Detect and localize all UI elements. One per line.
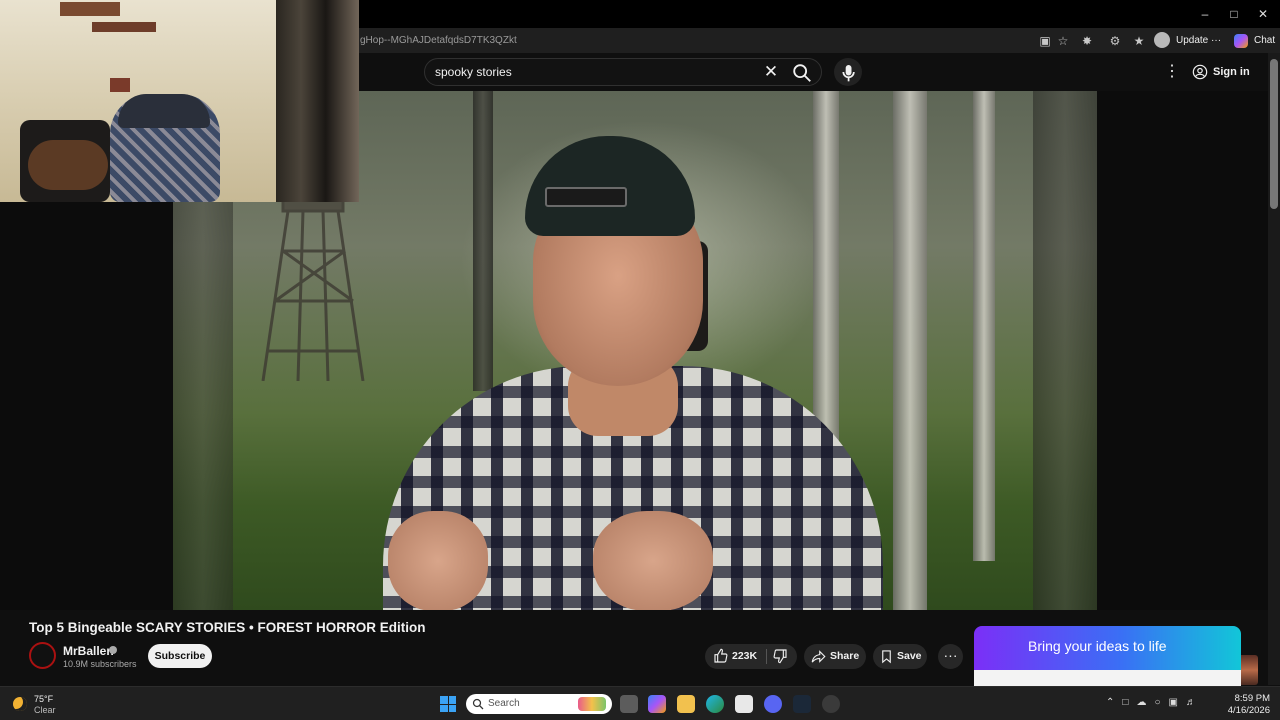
taskbar-search[interactable]: Search xyxy=(466,694,612,714)
chat-button[interactable]: Chat xyxy=(1232,31,1275,51)
cap-strap xyxy=(545,187,627,207)
page-scrollbar[interactable] xyxy=(1268,53,1280,685)
birch-tree xyxy=(893,91,927,610)
file-explorer-icon[interactable] xyxy=(677,695,695,713)
birch-tree xyxy=(973,91,995,561)
favorites-icon[interactable]: ★ xyxy=(1130,32,1148,50)
webcam-overlay xyxy=(0,0,359,202)
clock-date[interactable]: 4/16/2026 xyxy=(1224,705,1270,716)
forest-tree xyxy=(473,91,493,391)
webcam-hat xyxy=(118,94,210,128)
search-input[interactable]: spooky stories xyxy=(435,59,512,85)
maximize-button[interactable]: □ xyxy=(1219,4,1249,24)
search-icon[interactable] xyxy=(791,62,813,84)
webcam-door xyxy=(276,0,359,202)
save-button[interactable]: Save xyxy=(873,644,927,669)
copilot-taskbar-icon[interactable] xyxy=(648,695,666,713)
windows-taskbar: 75°F Clear Search ⌃ □ ☁ ○ ▣ ♬ 8:59 PM 4/… xyxy=(0,686,1280,720)
share-button[interactable]: Share xyxy=(804,644,866,669)
address-bar[interactable]: gHop--MGhAJDetafqdsD7TK3QZkt xyxy=(360,32,1020,49)
search-box[interactable]: spooky stories ✕ xyxy=(424,58,822,86)
dislike-icon[interactable] xyxy=(772,648,788,664)
like-icon[interactable] xyxy=(713,648,729,664)
ad-text: Bring your ideas to life xyxy=(1028,638,1167,654)
webcam-picture-frame xyxy=(110,78,130,92)
tray-overflow-icon[interactable]: ⌃ xyxy=(1106,697,1114,711)
like-separator xyxy=(766,649,767,664)
task-view-icon[interactable] xyxy=(620,695,638,713)
video-title: Top 5 Bingeable SCARY STORIES • FOREST H… xyxy=(29,620,426,635)
subscriber-count: 10.9M subscribers xyxy=(63,659,137,669)
clock-time[interactable]: 8:59 PM xyxy=(1234,693,1270,704)
system-tray[interactable]: ⌃ □ ☁ ○ ▣ ♬ xyxy=(1106,697,1196,711)
discord-icon[interactable] xyxy=(764,695,782,713)
app-available-icon[interactable]: ▣ xyxy=(1036,32,1054,50)
webcam-shelf xyxy=(92,22,156,32)
weather-temperature[interactable]: 75°F xyxy=(34,694,53,704)
profile-avatar[interactable] xyxy=(1154,32,1170,48)
volume-icon[interactable]: ♬ xyxy=(1186,697,1196,711)
search-highlight-icon xyxy=(578,697,606,711)
microsoft-store-icon[interactable] xyxy=(735,695,753,713)
share-icon xyxy=(811,650,826,663)
voice-search-button[interactable] xyxy=(834,58,862,86)
extensions-icon[interactable]: ✸ xyxy=(1078,32,1096,50)
tray-app-icon[interactable]: □ xyxy=(1122,697,1128,711)
ad-card-body xyxy=(974,670,1241,686)
edge-browser-icon[interactable] xyxy=(706,695,724,713)
close-window-button[interactable]: ✕ xyxy=(1248,4,1278,24)
account-icon xyxy=(1192,64,1208,80)
update-label: Update xyxy=(1176,35,1209,46)
browser-essentials-icon[interactable]: ⚙ xyxy=(1106,32,1124,50)
tray-mic-icon[interactable]: ○ xyxy=(1154,697,1160,711)
like-count[interactable]: 223K xyxy=(732,644,757,669)
kebab-icon[interactable]: ⋮ xyxy=(1164,62,1180,82)
like-dislike-pill: 223K xyxy=(705,644,797,669)
webcam-dog xyxy=(28,140,108,190)
taskbar-search-placeholder: Search xyxy=(488,698,520,709)
taskbar-search-icon xyxy=(472,698,484,710)
subscribe-button[interactable]: Subscribe xyxy=(148,644,212,668)
signin-button[interactable]: Sign in xyxy=(1192,62,1250,82)
forest-tree xyxy=(1033,91,1097,610)
presenter-hand xyxy=(388,511,488,610)
minimize-button[interactable]: – xyxy=(1190,4,1220,24)
verified-badge-icon xyxy=(109,646,117,654)
share-label: Share xyxy=(830,650,860,662)
ad-banner[interactable]: Bring your ideas to life xyxy=(974,626,1241,686)
more-menu-icon[interactable]: ··· xyxy=(1211,35,1221,46)
more-actions-button[interactable]: ··· xyxy=(938,644,963,669)
favorite-star-icon[interactable]: ☆ xyxy=(1054,32,1072,50)
network-icon[interactable]: ▣ xyxy=(1168,697,1177,711)
watchtower-image xyxy=(261,171,365,381)
signin-label: Sign in xyxy=(1213,66,1250,78)
channel-avatar[interactable] xyxy=(29,642,56,669)
steam-icon[interactable] xyxy=(793,695,811,713)
update-button[interactable]: Update ··· xyxy=(1176,32,1221,50)
save-icon xyxy=(882,650,891,664)
mic-icon xyxy=(842,65,855,82)
presenter-cap xyxy=(525,136,695,236)
clear-search-icon[interactable]: ✕ xyxy=(761,62,781,82)
weather-condition[interactable]: Clear xyxy=(34,705,56,715)
windows-start-icon[interactable] xyxy=(440,696,456,712)
webcam-shelf xyxy=(60,2,120,16)
scrollbar-thumb[interactable] xyxy=(1270,59,1278,209)
save-label: Save xyxy=(897,650,922,662)
channel-name[interactable]: MrBallen xyxy=(63,644,114,658)
obs-icon[interactable] xyxy=(822,695,840,713)
presenter-hand xyxy=(593,511,713,610)
onedrive-icon[interactable]: ☁ xyxy=(1136,697,1146,711)
weather-moon-icon[interactable] xyxy=(13,697,27,711)
